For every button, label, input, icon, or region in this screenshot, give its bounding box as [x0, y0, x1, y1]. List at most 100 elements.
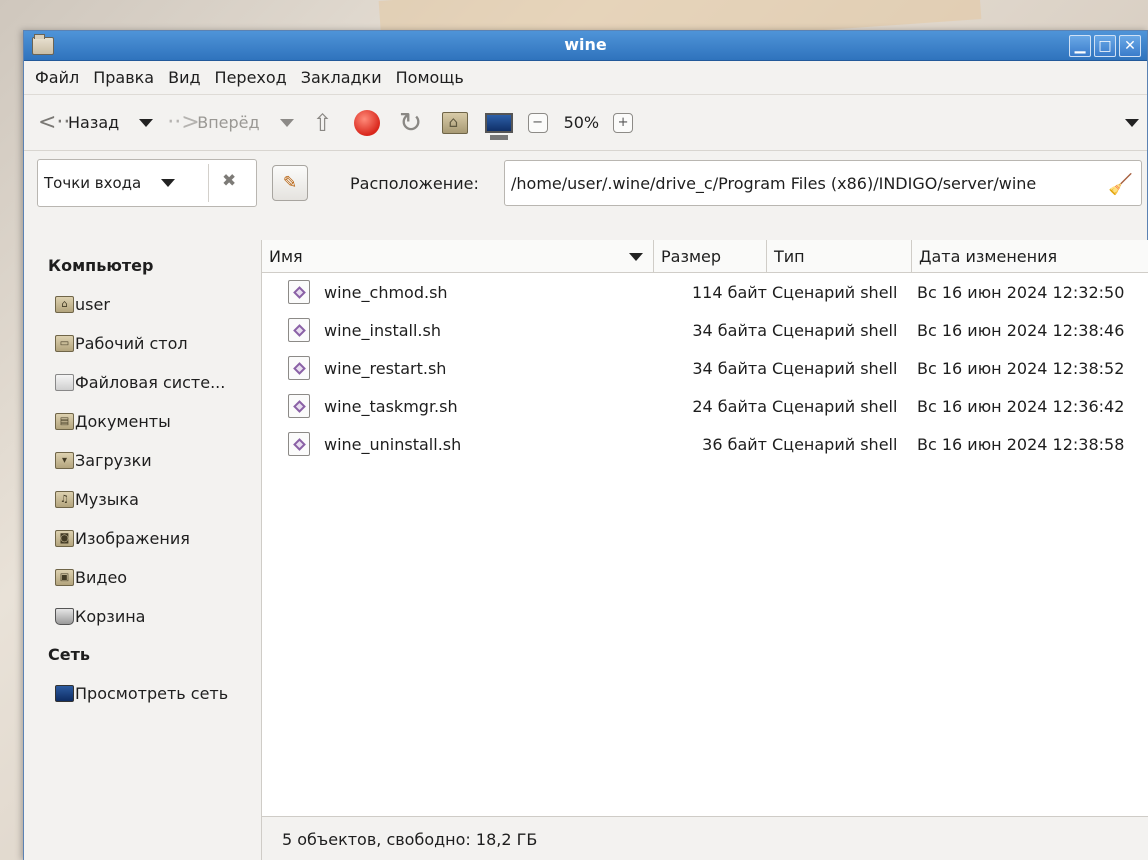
up-icon: ⇧ — [312, 108, 333, 137]
sidebar-item-label: Корзина — [75, 607, 146, 626]
filesystem-icon — [55, 374, 74, 391]
table-row[interactable]: wine_taskmgr.sh 24 байта Сценарий shell … — [262, 387, 1148, 425]
back-label: Назад — [68, 113, 120, 132]
zoom-level: 50% — [563, 113, 600, 132]
file-date: Вс 16 июн 2024 12:32:50 — [917, 282, 1125, 302]
pictures-folder-icon: ◙ — [55, 530, 74, 547]
home-icon — [441, 111, 468, 134]
menu-bookmarks[interactable]: Закладки — [294, 68, 389, 87]
status-text: 5 объектов, свободно: 18,2 ГБ — [282, 829, 538, 849]
location-path: /home/user/.wine/drive_c/Program Files (… — [511, 173, 1037, 193]
sidebar-item-pictures[interactable]: ◙ Изображения — [34, 519, 261, 558]
sidebar-item-music[interactable]: ♫ Музыка — [34, 480, 261, 519]
close-button[interactable]: ✕ — [1119, 35, 1141, 57]
sidebar-item-label: Музыка — [75, 490, 139, 509]
sidebar-section-computer: Компьютер — [48, 256, 154, 275]
close-pane-icon[interactable]: ✖ — [222, 171, 236, 191]
file-size: 114 байт — [691, 282, 767, 302]
back-button[interactable]: <·· Назад — [38, 109, 120, 135]
sidebar-section-network: Сеть — [48, 645, 90, 664]
back-history-dropdown[interactable] — [139, 118, 154, 127]
home-folder-icon: ⌂ — [55, 296, 74, 313]
file-size: 24 байта — [692, 396, 767, 416]
sidebar-item-trash[interactable]: Корзина — [34, 597, 261, 636]
videos-folder-icon: ▣ — [55, 569, 74, 586]
music-folder-icon: ♫ — [55, 491, 74, 508]
sidebar-item-desktop[interactable]: ▭ Рабочий стол — [34, 324, 261, 363]
side-pane-mode-label: Точки входа — [44, 174, 142, 192]
maximize-button[interactable]: □ — [1094, 35, 1116, 57]
sidebar-item-label: Файловая систе... — [75, 373, 226, 392]
stop-icon — [353, 109, 380, 136]
location-label: Расположение: — [350, 173, 479, 193]
places-sidebar: Компьютер ⌂ user ▭ Рабочий стол Файловая с… — [34, 240, 262, 860]
minimize-button[interactable]: ▁ — [1069, 35, 1091, 57]
column-header-label: Имя — [269, 246, 303, 266]
file-date: Вс 16 июн 2024 12:38:46 — [917, 320, 1125, 340]
sidebar-item-label: Документы — [75, 412, 171, 431]
toolbar-overflow-dropdown[interactable] — [1125, 119, 1139, 127]
forward-history-dropdown[interactable] — [279, 118, 294, 127]
toolbar: <·· Назад ··> Вперёд ⇧ ↻ − 50% + — [24, 95, 1147, 151]
sidebar-item-label: Рабочий стол — [75, 334, 188, 353]
window-title: wine — [564, 35, 607, 54]
menu-view[interactable]: Вид — [161, 68, 207, 87]
documents-folder-icon: ▤ — [55, 413, 74, 430]
forward-button[interactable]: ··> Вперёд — [167, 109, 260, 135]
file-size: 34 байта — [692, 320, 767, 340]
menu-go[interactable]: Переход — [208, 68, 294, 87]
column-header-label: Дата изменения — [919, 246, 1058, 266]
sidebar-item-downloads[interactable]: ▾ Загрузки — [34, 441, 261, 480]
forward-label: Вперёд — [197, 113, 260, 132]
network-icon — [55, 685, 74, 702]
side-pane-mode-select[interactable]: Точки входа ✖ — [37, 159, 257, 207]
file-list-view: Имя Размер Тип Дата изменения wine_chmod… — [262, 240, 1148, 860]
sidebar-item-user[interactable]: ⌂ user — [34, 285, 261, 324]
toggle-location-edit-button[interactable]: ✎ — [272, 165, 308, 201]
menu-help[interactable]: Помощь — [389, 68, 471, 87]
title-bar[interactable]: wine ▁ □ ✕ — [24, 31, 1147, 61]
location-input[interactable]: /home/user/.wine/drive_c/Program Files (… — [504, 160, 1142, 206]
column-header-size[interactable]: Размер — [654, 240, 767, 272]
menu-file[interactable]: Файл — [28, 68, 86, 87]
menu-bar: Файл Правка Вид Переход Закладки Помощь — [24, 61, 1147, 95]
file-name: wine_chmod.sh — [324, 282, 448, 302]
sidebar-item-browse-network[interactable]: Просмотреть сеть — [34, 674, 261, 713]
column-header-label: Размер — [661, 246, 722, 266]
downloads-folder-icon: ▾ — [55, 452, 74, 469]
column-header-name[interactable]: Имя — [262, 240, 654, 272]
reload-icon: ↻ — [398, 105, 423, 139]
computer-button[interactable] — [484, 108, 514, 140]
menu-edit[interactable]: Правка — [86, 68, 161, 87]
up-button[interactable]: ⇧ — [308, 108, 338, 138]
home-button[interactable] — [440, 108, 470, 138]
table-row[interactable]: wine_install.sh 34 байта Сценарий shell … — [262, 311, 1148, 349]
chevron-down-icon — [161, 179, 176, 187]
file-date: Вс 16 июн 2024 12:36:42 — [917, 396, 1125, 416]
sidebar-item-label: Видео — [75, 568, 128, 587]
file-manager-window: wine ▁ □ ✕ Файл Правка Вид Переход Закла… — [23, 30, 1148, 860]
table-row[interactable]: wine_uninstall.sh 36 байт Сценарий shell… — [262, 425, 1148, 463]
file-type: Сценарий shell — [772, 320, 898, 340]
clear-location-icon[interactable]: 🧹 — [1108, 172, 1133, 196]
trash-icon — [55, 608, 74, 625]
table-row[interactable]: wine_chmod.sh 114 байт Сценарий shell Вс… — [262, 273, 1148, 311]
sidebar-item-filesystem[interactable]: Файловая систе... — [34, 363, 261, 402]
column-header-type[interactable]: Тип — [767, 240, 912, 272]
stop-button[interactable] — [352, 108, 382, 138]
forward-arrow-icon: ··> — [167, 109, 200, 135]
desktop-folder-icon: ▭ — [55, 335, 74, 352]
sidebar-item-documents[interactable]: ▤ Документы — [34, 402, 261, 441]
computer-icon — [484, 112, 513, 140]
zoom-in-icon[interactable]: + — [613, 112, 634, 133]
shell-script-icon — [288, 280, 310, 304]
zoom-out-icon[interactable]: − — [527, 112, 548, 133]
file-name: wine_install.sh — [324, 320, 441, 340]
sidebar-item-videos[interactable]: ▣ Видео — [34, 558, 261, 597]
reload-button[interactable]: ↻ — [396, 108, 426, 138]
table-row[interactable]: wine_restart.sh 34 байта Сценарий shell … — [262, 349, 1148, 387]
back-arrow-icon: <·· — [38, 109, 71, 135]
file-type: Сценарий shell — [772, 358, 898, 378]
column-header-date[interactable]: Дата изменения — [912, 240, 1148, 272]
column-header-row: Имя Размер Тип Дата изменения — [262, 240, 1148, 273]
